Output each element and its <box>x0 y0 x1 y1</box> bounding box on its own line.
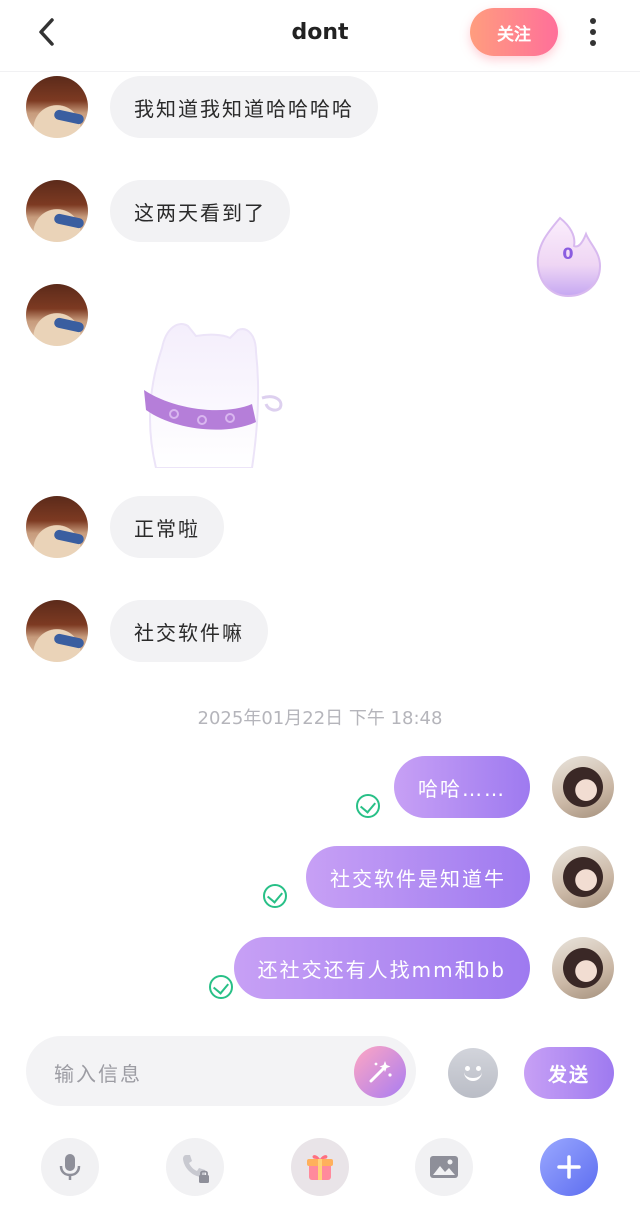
magic-wand-icon <box>369 1061 392 1083</box>
gift-button[interactable] <box>291 1138 349 1196</box>
message-list[interactable]: 我知道我知道哈哈哈哈 这两天看到了 0 正常啦 社交软件嘛 2025年01月22… <box>0 72 640 1032</box>
chat-header: dont 关注 <box>0 0 640 72</box>
voice-button[interactable] <box>41 1138 99 1196</box>
outgoing-message[interactable]: 哈哈…… <box>394 756 530 818</box>
incoming-message[interactable]: 这两天看到了 <box>110 180 290 242</box>
more-actions-button[interactable] <box>540 1138 598 1196</box>
more-options-button[interactable] <box>580 14 606 50</box>
outgoing-message[interactable]: 还社交还有人找mm和bb <box>233 937 530 999</box>
microphone-icon <box>59 1154 81 1180</box>
emoji-icon <box>464 1071 482 1081</box>
message-input[interactable]: 输入信息 <box>26 1036 416 1106</box>
call-button[interactable] <box>166 1138 224 1196</box>
gift-icon <box>307 1155 333 1180</box>
my-avatar[interactable] <box>552 756 614 818</box>
magic-wand-button[interactable] <box>354 1046 406 1098</box>
contact-avatar[interactable] <box>26 600 88 662</box>
flame-count: 0 <box>562 244 574 263</box>
contact-avatar[interactable] <box>26 76 88 138</box>
incoming-message[interactable]: 社交软件嘛 <box>110 600 268 662</box>
back-button[interactable] <box>30 14 66 50</box>
intimacy-flame-badge[interactable]: 0 <box>530 212 606 302</box>
follow-button[interactable]: 关注 <box>470 8 558 56</box>
outgoing-message[interactable]: 社交软件是知道牛 <box>306 846 530 908</box>
contact-avatar[interactable] <box>26 180 88 242</box>
incoming-message[interactable]: 正常啦 <box>110 496 224 558</box>
incoming-message[interactable]: 我知道我知道哈哈哈哈 <box>110 76 378 138</box>
read-check-icon <box>263 884 287 908</box>
message-timestamp: 2025年01月22日 下午 18:48 <box>197 708 443 729</box>
input-placeholder: 输入信息 <box>54 1062 142 1086</box>
more-vertical-icon <box>590 18 596 24</box>
image-icon <box>430 1156 458 1178</box>
read-check-icon <box>356 794 380 818</box>
my-avatar[interactable] <box>552 846 614 908</box>
send-button[interactable]: 发送 <box>524 1047 614 1099</box>
emoji-button[interactable] <box>448 1048 498 1098</box>
chevron-left-icon <box>39 18 54 46</box>
read-check-icon <box>209 975 233 999</box>
contact-avatar[interactable] <box>26 496 88 558</box>
my-avatar[interactable] <box>552 937 614 999</box>
plus-icon <box>557 1155 581 1179</box>
sticker-message[interactable] <box>134 318 294 469</box>
phone-locked-icon <box>183 1155 209 1183</box>
image-button[interactable] <box>415 1138 473 1196</box>
cat-sticker-icon <box>144 323 283 469</box>
contact-avatar[interactable] <box>26 284 88 346</box>
